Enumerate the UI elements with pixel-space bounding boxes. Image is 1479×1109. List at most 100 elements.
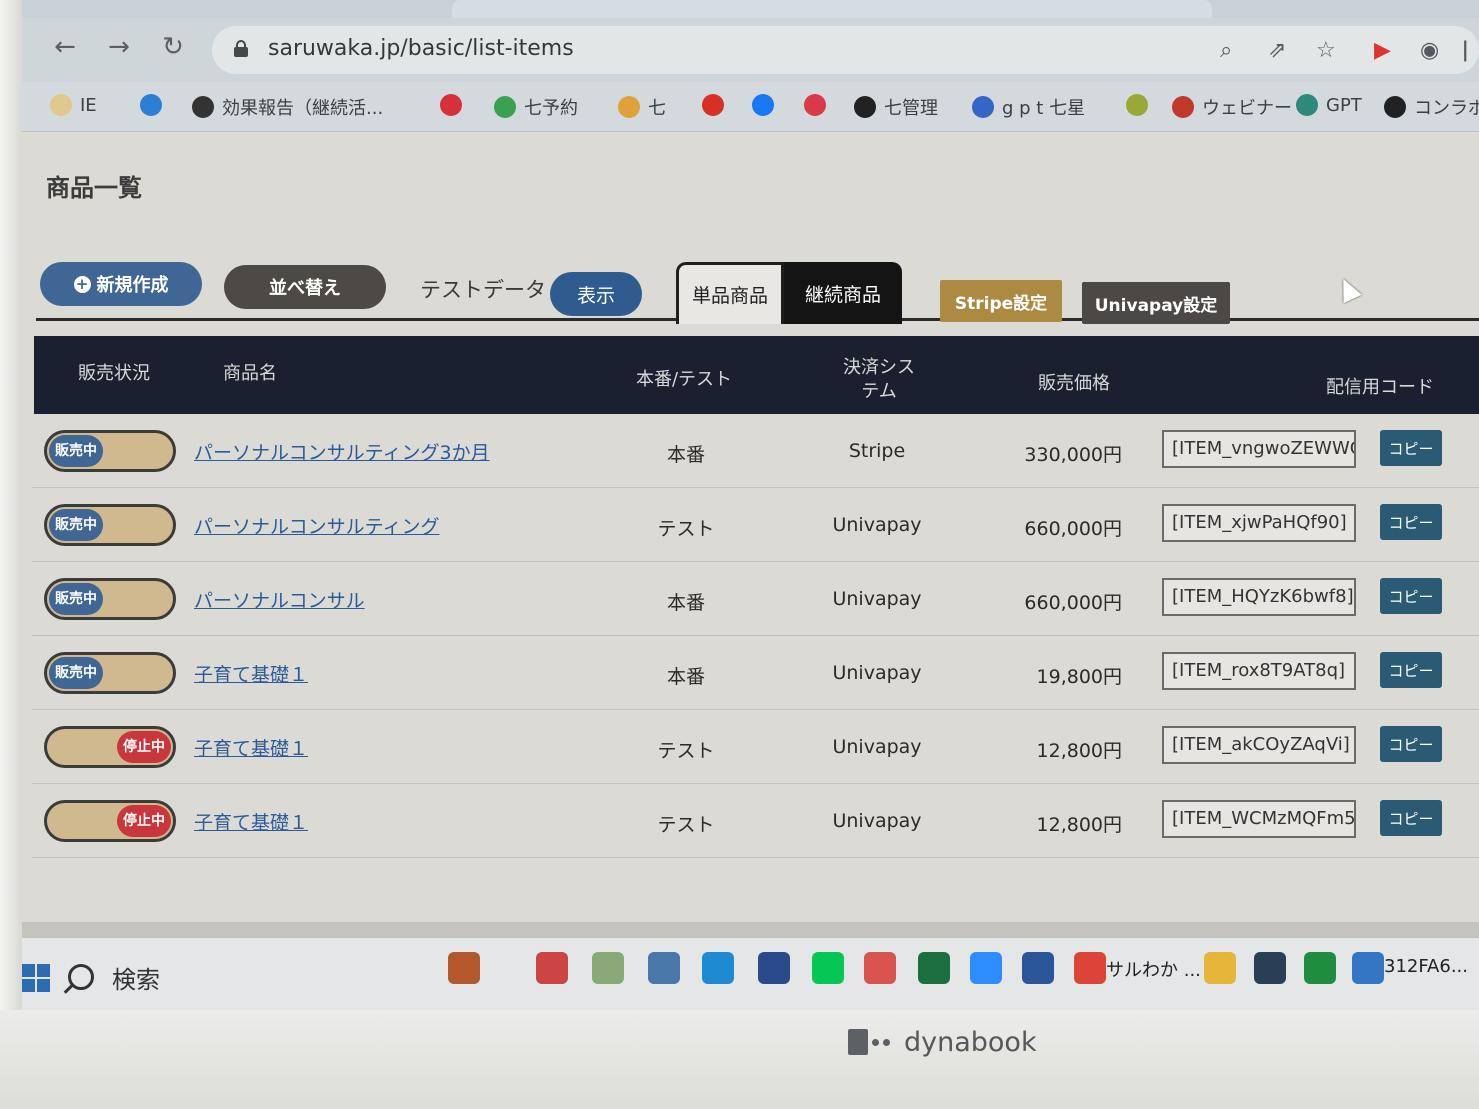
- sheet-icon[interactable]: [1304, 952, 1336, 984]
- windows-taskbar: 検索 サルわか ... 312FA6...: [22, 938, 1479, 1010]
- browser-tabstrip: [22, 0, 1479, 18]
- horizontal-scrollbar[interactable]: [22, 922, 1479, 938]
- photo-icon[interactable]: [1352, 952, 1384, 984]
- delivery-code-field[interactable]: [ITEM_akCOyZAqVi]: [1162, 726, 1356, 764]
- share-icon[interactable]: ⇗: [1268, 38, 1286, 63]
- bookmark-label: GPT: [1326, 94, 1362, 116]
- address-bar-url[interactable]: saruwaka.jp/basic/list-items: [268, 36, 574, 61]
- globe-icon: [854, 96, 876, 118]
- youtube-extension-icon[interactable]: ▶: [1374, 38, 1391, 63]
- status-toggle[interactable]: 販売中: [44, 504, 176, 546]
- bookmark-item[interactable]: [440, 94, 462, 116]
- bookmark-item[interactable]: 七管理: [854, 94, 938, 120]
- snip-icon[interactable]: [536, 952, 568, 984]
- copy-button[interactable]: コピー: [1380, 430, 1442, 466]
- line-icon[interactable]: [812, 952, 844, 984]
- page-content: 商品一覧 + 新規作成 並べ替え テストデータ 表示 単品商品 継続商品 Str…: [22, 132, 1479, 922]
- microphone-icon[interactable]: ǀ: [1462, 38, 1469, 63]
- price-cell: 19,800円: [1036, 666, 1122, 688]
- bookmark-item[interactable]: コンラボ: [1384, 94, 1479, 120]
- bookmark-item[interactable]: g p t 七星: [972, 94, 1085, 120]
- status-toggle[interactable]: 販売中: [44, 578, 176, 620]
- delivery-code-field[interactable]: [ITEM_xjwPaHQf90]: [1162, 504, 1356, 542]
- file-icon[interactable]: [648, 952, 680, 984]
- facebook-icon: [752, 94, 774, 116]
- copy-button[interactable]: コピー: [1380, 726, 1442, 762]
- status-badge: 販売中: [49, 657, 103, 689]
- bookmark-item[interactable]: 七: [618, 94, 666, 120]
- bookmark-label: 効果報告（継続活...: [222, 98, 384, 119]
- bookmark-label: IE: [80, 94, 97, 116]
- bookmark-item[interactable]: [140, 94, 162, 116]
- app-icon[interactable]: [864, 952, 896, 984]
- bookmark-item[interactable]: 七予約: [494, 94, 578, 120]
- copy-button[interactable]: コピー: [1380, 800, 1442, 836]
- taskbar-app-label[interactable]: 312FA6...: [1384, 956, 1468, 977]
- bookmark-label: g p t 七星: [1002, 98, 1086, 119]
- briefcase-icon[interactable]: [448, 952, 480, 984]
- bookmark-item[interactable]: [804, 94, 826, 116]
- forward-arrow-icon[interactable]: →: [104, 32, 134, 62]
- windows-start-icon[interactable]: [22, 964, 50, 992]
- reload-icon[interactable]: ↻: [158, 32, 188, 62]
- delivery-code-field[interactable]: [ITEM_WCMzMQFm5t: [1162, 800, 1356, 838]
- bookmark-item[interactable]: 効果報告（継続活...: [192, 94, 383, 120]
- copy-button[interactable]: コピー: [1380, 652, 1442, 688]
- product-name-link[interactable]: パーソナルコンサル: [194, 586, 365, 613]
- stripe-settings-button[interactable]: Stripe設定: [940, 280, 1062, 322]
- env-cell: テスト: [657, 814, 715, 836]
- browser-active-tab[interactable]: [452, 0, 1212, 18]
- payment-cell: Univapay: [832, 810, 922, 832]
- status-toggle[interactable]: 販売中: [44, 430, 176, 472]
- taskbar-search[interactable]: 検索: [68, 954, 418, 1000]
- copy-button[interactable]: コピー: [1380, 578, 1442, 614]
- terminal-icon[interactable]: [1254, 952, 1286, 984]
- laptop-bezel-bottom: [0, 1010, 1479, 1109]
- tab-continuous-items[interactable]: 継続商品: [784, 262, 902, 324]
- paint-icon[interactable]: [592, 952, 624, 984]
- back-arrow-icon[interactable]: ←: [50, 32, 80, 62]
- delivery-code-field[interactable]: [ITEM_rox8T9AT8q]: [1162, 652, 1356, 690]
- delivery-code-field[interactable]: [ITEM_HQYzK6bwf8]: [1162, 578, 1356, 616]
- bookmark-label: 七管理: [884, 98, 938, 119]
- tab-single-items[interactable]: 単品商品: [676, 262, 784, 324]
- bookmark-star-icon[interactable]: ☆: [1316, 38, 1336, 63]
- bookmark-item[interactable]: ウェビナー: [1172, 94, 1292, 120]
- bookmark-item[interactable]: [702, 94, 724, 116]
- env-cell: 本番: [666, 666, 705, 688]
- sort-button-label: 並べ替え: [269, 278, 341, 299]
- taskbar-app-label[interactable]: サルわか ...: [1106, 956, 1201, 982]
- bookmark-item[interactable]: [1126, 94, 1148, 116]
- status-toggle[interactable]: 販売中: [44, 652, 176, 694]
- excel-icon[interactable]: [918, 952, 950, 984]
- show-test-data-button[interactable]: 表示: [550, 272, 642, 316]
- page-title: 商品一覧: [46, 174, 142, 202]
- chrome-icon[interactable]: [1074, 952, 1106, 984]
- copy-button[interactable]: コピー: [1380, 504, 1442, 540]
- camera-icon[interactable]: ◉: [1420, 38, 1439, 63]
- sort-button[interactable]: 並べ替え: [224, 265, 386, 309]
- address-bar[interactable]: saruwaka.jp/basic/list-items ⌕ ⇗ ☆ ▶ ◉ ǀ: [212, 26, 1479, 74]
- bookmark-item[interactable]: [752, 94, 774, 116]
- zoom-icon[interactable]: ⌕: [1220, 38, 1232, 63]
- univapay-settings-button[interactable]: Univapay設定: [1082, 282, 1230, 324]
- delivery-code-field[interactable]: [ITEM_vngwoZEWWC: [1162, 430, 1356, 468]
- product-name-link[interactable]: パーソナルコンサルティング: [194, 512, 439, 539]
- product-name-link[interactable]: 子育て基礎１: [194, 660, 308, 687]
- product-name-link[interactable]: パーソナルコンサルティング3か月: [194, 438, 490, 465]
- word-icon[interactable]: [1022, 952, 1054, 984]
- bookmark-label: 七予約: [524, 98, 578, 119]
- status-toggle[interactable]: 停止中: [44, 800, 176, 842]
- product-name-link[interactable]: 子育て基礎１: [194, 808, 308, 835]
- status-toggle[interactable]: 停止中: [44, 726, 176, 768]
- yahoo-icon: [440, 94, 462, 116]
- dynabook-mark-icon: [848, 1026, 894, 1058]
- product-name-link[interactable]: 子育て基礎１: [194, 734, 308, 761]
- bookmark-item[interactable]: GPT: [1296, 94, 1362, 116]
- zoom-icon[interactable]: [970, 952, 1002, 984]
- yayoi-icon[interactable]: [758, 952, 790, 984]
- explorer-icon[interactable]: [1204, 952, 1236, 984]
- new-item-button[interactable]: + 新規作成: [40, 262, 202, 306]
- bookmark-item[interactable]: IE: [50, 94, 97, 116]
- edge-icon[interactable]: [702, 952, 734, 984]
